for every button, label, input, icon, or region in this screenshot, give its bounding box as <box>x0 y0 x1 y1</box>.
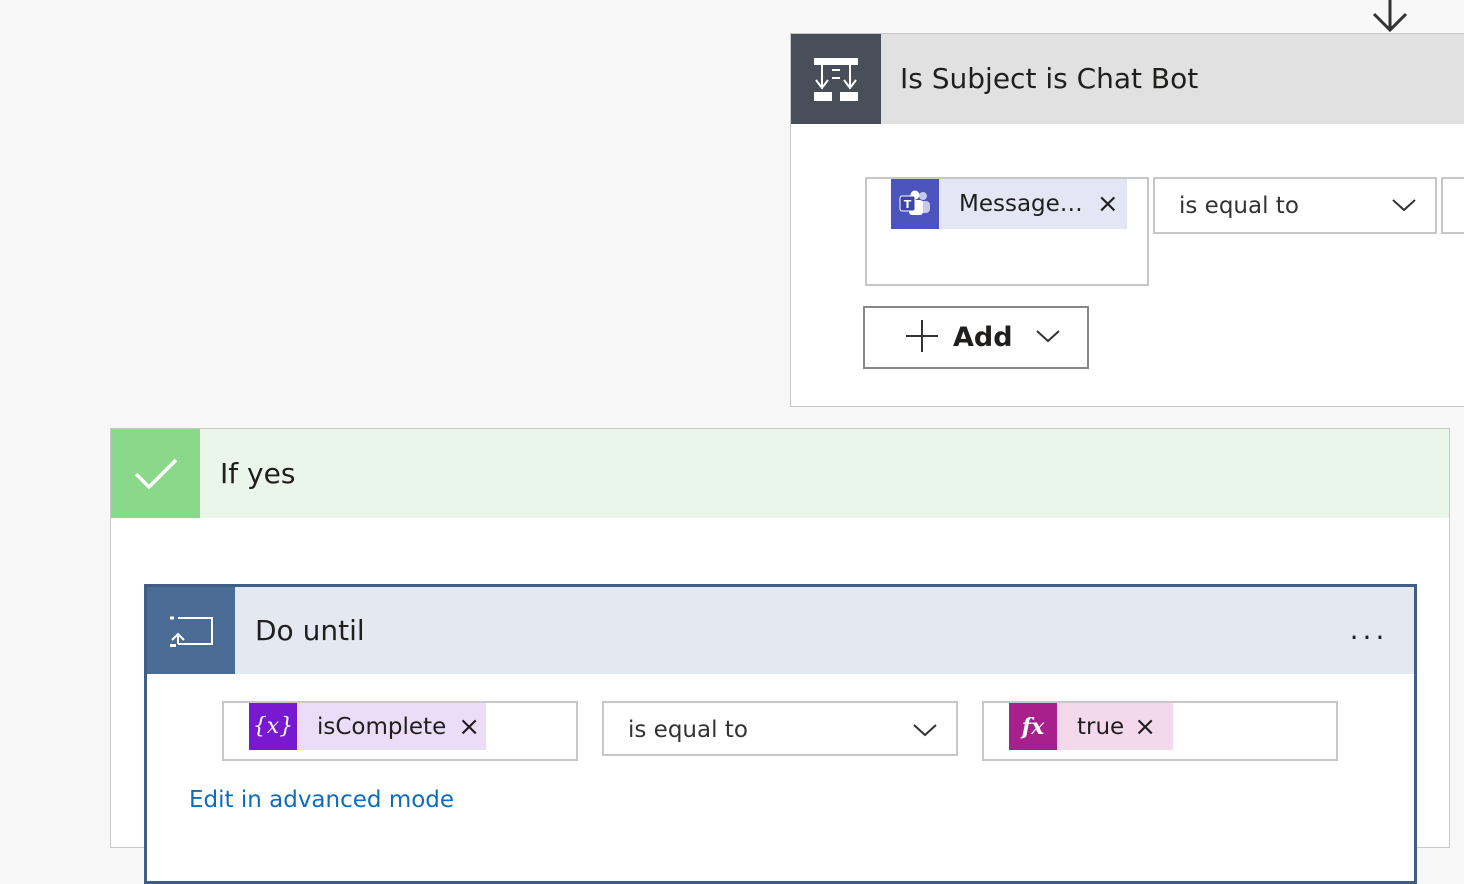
condition-card: Is Subject is Chat Bot T Message… × is e… <box>790 33 1464 407</box>
checkmark-icon <box>111 429 200 518</box>
if-yes-branch: If yes Do until ... {x} isComplete × is … <box>110 428 1450 884</box>
remove-token-icon[interactable]: × <box>458 714 480 740</box>
do-until-icon <box>147 587 235 674</box>
do-until-operator-select[interactable]: is equal to <box>602 701 958 756</box>
true-token-label: true <box>1077 713 1125 740</box>
arrow-down-icon <box>1370 0 1410 34</box>
add-button-label: Add <box>953 322 1013 353</box>
condition-header[interactable]: Is Subject is Chat Bot <box>791 34 1464 124</box>
expression-icon: fx <box>1009 703 1057 750</box>
add-button[interactable]: Add <box>863 306 1089 369</box>
do-until-header[interactable]: Do until ... <box>147 587 1414 674</box>
condition-icon <box>791 34 881 124</box>
edit-advanced-mode-link[interactable]: Edit in advanced mode <box>189 787 454 813</box>
chevron-down-icon <box>1035 328 1061 348</box>
more-options-icon[interactable]: ... <box>1344 615 1394 645</box>
do-until-left-operand[interactable]: {x} isComplete × <box>222 701 578 761</box>
true-token[interactable]: fx true × <box>1009 703 1173 750</box>
iscomplete-token[interactable]: {x} isComplete × <box>249 703 486 750</box>
condition-left-operand[interactable]: T Message… × <box>865 177 1149 286</box>
teams-icon: T <box>891 179 939 229</box>
message-token-label: Message… <box>959 191 1083 217</box>
condition-operator-select[interactable]: is equal to <box>1153 177 1437 234</box>
svg-text:T: T <box>904 198 912 211</box>
remove-token-icon[interactable]: × <box>1134 714 1156 740</box>
operator-label: is equal to <box>628 717 748 743</box>
message-token[interactable]: T Message… × <box>891 179 1127 229</box>
plus-icon <box>905 319 939 357</box>
if-yes-header[interactable]: If yes <box>111 429 1449 518</box>
condition-title: Is Subject is Chat Bot <box>900 62 1199 95</box>
remove-token-icon[interactable]: × <box>1097 191 1119 217</box>
do-until-card: Do until ... {x} isComplete × is equal t… <box>144 584 1417 884</box>
operator-label: is equal to <box>1179 193 1299 219</box>
condition-right-operand[interactable] <box>1441 177 1464 234</box>
variable-icon: {x} <box>249 703 297 750</box>
iscomplete-token-label: isComplete <box>317 713 447 740</box>
chevron-down-icon <box>912 722 938 742</box>
if-yes-title: If yes <box>220 457 296 490</box>
chevron-down-icon <box>1391 197 1417 217</box>
do-until-right-operand[interactable]: fx true × <box>982 701 1338 761</box>
do-until-title: Do until <box>255 614 365 647</box>
